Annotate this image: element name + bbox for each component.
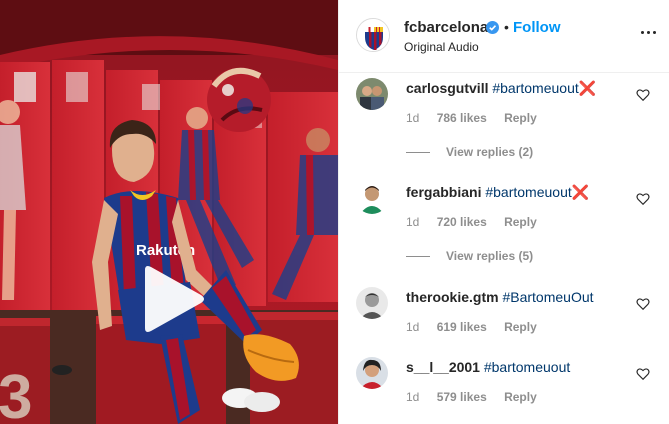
heart-outline-icon[interactable] [636, 88, 650, 102]
account-avatar[interactable] [356, 18, 390, 52]
replies-divider [406, 256, 430, 258]
comment-age: 1d [406, 390, 420, 404]
verified-badge-icon [486, 21, 499, 34]
reply-button[interactable]: Reply [504, 320, 537, 334]
post-header: fcbarcelona • Follow Original Audio [339, 0, 669, 73]
view-replies-button[interactable]: View replies (2) [406, 145, 533, 159]
replies-divider [406, 152, 430, 154]
comment-age: 1d [406, 320, 420, 334]
comment-hashtag[interactable]: #bartomeuout [485, 184, 571, 200]
account-name[interactable]: fcbarcelona [404, 19, 488, 36]
reply-button[interactable]: Reply [504, 390, 537, 404]
comment-hashtag[interactable]: #bartomeuout [492, 80, 578, 96]
commenter-avatar[interactable] [356, 357, 388, 389]
commenter-avatar[interactable] [356, 78, 388, 110]
heart-outline-icon[interactable] [636, 192, 650, 206]
comment-hashtag[interactable]: #bartomeuout [484, 359, 570, 375]
post-sidebar: fcbarcelona • Follow Original Audio carl… [338, 0, 669, 424]
svg-text:3: 3 [0, 363, 32, 424]
commenter-avatar[interactable] [356, 182, 388, 214]
cross-mark-icon: ❌ [578, 80, 597, 96]
video-player[interactable]: Rakuten 3 [0, 0, 338, 424]
comment-username[interactable]: carlosgutvill [406, 80, 488, 96]
separator-dot: • [504, 19, 509, 35]
comment-age: 1d [406, 111, 420, 125]
comment-username[interactable]: fergabbiani [406, 184, 481, 200]
view-replies-label: View replies (5) [446, 249, 534, 263]
view-replies-button[interactable]: View replies (5) [406, 249, 533, 263]
follow-button[interactable]: Follow [513, 19, 561, 36]
play-icon [145, 266, 204, 332]
comment-username[interactable]: therookie.gtm [406, 289, 499, 305]
soccer-ball [207, 67, 271, 132]
comment-username[interactable]: s__l__2001 [406, 359, 480, 375]
comment-hashtag[interactable]: #BartomeuOut [502, 289, 593, 305]
view-replies-label: View replies (2) [446, 145, 534, 159]
cross-mark-icon: ❌ [571, 184, 590, 200]
more-options-icon[interactable] [641, 31, 657, 35]
heart-outline-icon[interactable] [636, 297, 650, 311]
comment-age: 1d [406, 215, 420, 229]
audio-label[interactable]: Original Audio [404, 40, 479, 54]
video-frame: Rakuten 3 [0, 0, 338, 424]
comment-likes[interactable]: 619 likes [437, 320, 487, 334]
comment-likes[interactable]: 720 likes [437, 215, 487, 229]
reply-button[interactable]: Reply [504, 215, 537, 229]
reply-button[interactable]: Reply [504, 111, 537, 125]
heart-outline-icon[interactable] [636, 367, 650, 381]
comment-likes[interactable]: 786 likes [437, 111, 487, 125]
comment-likes[interactable]: 579 likes [437, 390, 487, 404]
commenter-avatar[interactable] [356, 287, 388, 319]
fcb-crest-icon [357, 19, 389, 51]
